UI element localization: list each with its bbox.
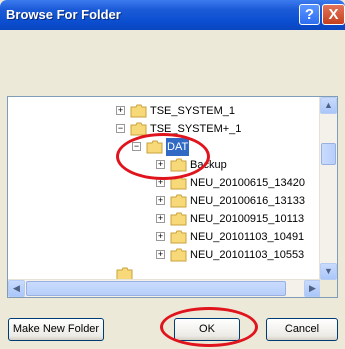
folder-icon [170, 230, 187, 244]
tree-item-neu-2[interactable]: + NEU_20100616_13133 [8, 192, 321, 210]
close-button[interactable]: X [322, 4, 345, 25]
scroll-up-button[interactable]: ▲ [320, 97, 337, 114]
horizontal-scrollbar[interactable]: ◀ ▶ [8, 279, 321, 297]
annotation-circle-dat [116, 133, 210, 180]
vertical-scrollbar[interactable]: ▲ ▼ [319, 97, 337, 280]
folder-icon [170, 248, 187, 262]
tree-item-label: NEU_20101103_10491 [190, 231, 305, 243]
browse-for-folder-dialog: Browse For Folder ? X + TSE_SYSTEM_1 − T… [0, 0, 345, 349]
horizontal-scroll-thumb[interactable] [26, 281, 286, 296]
tree-item-tse-system-1[interactable]: + TSE_SYSTEM_1 [8, 102, 321, 120]
tree-item-label: NEU_20100915_10113 [190, 213, 305, 225]
cancel-button[interactable]: Cancel [266, 318, 338, 341]
folder-icon [170, 212, 187, 226]
expand-icon[interactable]: + [156, 250, 165, 259]
tree-item-label: NEU_20100616_13133 [190, 195, 305, 207]
expand-icon[interactable]: + [116, 106, 125, 115]
window-title: Browse For Folder [6, 7, 121, 22]
folder-icon [130, 104, 147, 118]
title-bar[interactable]: Browse For Folder ? X [0, 0, 345, 30]
tree-item-neu-3[interactable]: + NEU_20100915_10113 [8, 210, 321, 228]
expand-icon[interactable]: + [156, 196, 165, 205]
tree-item-label: NEU_20101103_10553 [190, 249, 305, 261]
folder-tree[interactable]: + TSE_SYSTEM_1 − TSE_SYSTEM+_1 − DAT + B… [7, 96, 338, 298]
scrollbar-corner [320, 280, 337, 297]
scroll-down-button[interactable]: ▼ [320, 263, 337, 280]
expand-icon[interactable]: + [156, 232, 165, 241]
collapse-icon[interactable]: − [116, 124, 125, 133]
scroll-left-button[interactable]: ◀ [8, 280, 25, 297]
help-button[interactable]: ? [299, 4, 320, 25]
make-new-folder-button[interactable]: Make New Folder [8, 318, 104, 341]
expand-icon[interactable]: + [156, 214, 165, 223]
vertical-scroll-thumb[interactable] [321, 143, 336, 165]
scroll-right-button[interactable]: ▶ [304, 280, 321, 297]
folder-icon [170, 194, 187, 208]
tree-item-neu-5[interactable]: + NEU_20101103_10553 [8, 246, 321, 264]
annotation-circle-ok [160, 307, 258, 347]
tree-item-neu-4[interactable]: + NEU_20101103_10491 [8, 228, 321, 246]
tree-item-label: NEU_20100615_13420 [190, 177, 305, 189]
tree-item-label: TSE_SYSTEM_1 [150, 105, 235, 117]
